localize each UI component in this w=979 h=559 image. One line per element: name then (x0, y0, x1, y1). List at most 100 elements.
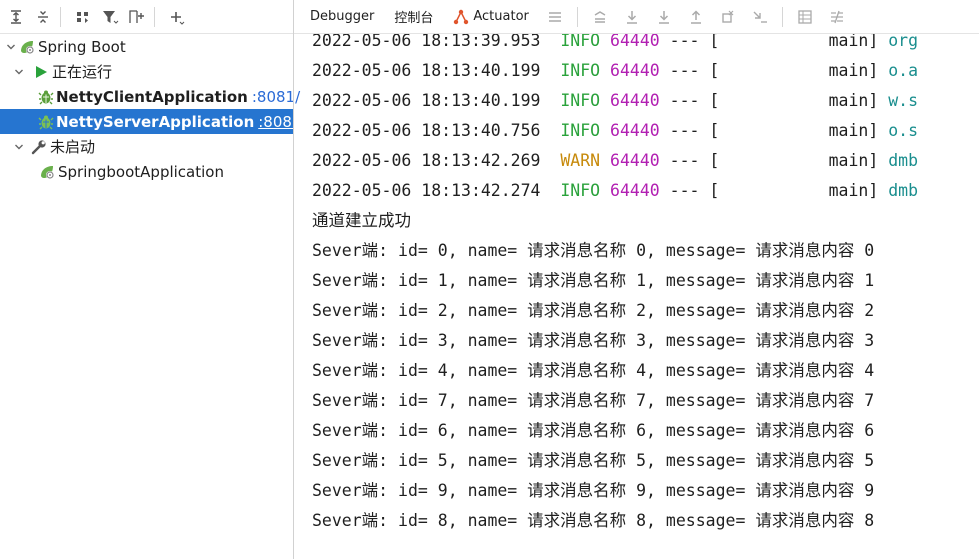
tree-node-label: Spring Boot (38, 37, 126, 56)
output-line: Sever端: id= 4, name= 请求消息名称 4, message= … (312, 361, 875, 380)
log-line: 2022-05-06 18:13:40.756 INFO 64440 --- [… (312, 116, 918, 146)
drop-frame-icon[interactable] (717, 6, 739, 28)
wrench-icon (30, 138, 48, 156)
log-level: INFO (560, 121, 601, 140)
tree-node-netty-client[interactable]: NettyClientApplication :8081/ (0, 84, 300, 109)
ide-window: Spring Boot 正在运行 NettyClientApplication … (0, 0, 979, 559)
log-pid: 64440 (610, 61, 660, 80)
toolbar-divider (60, 6, 61, 27)
output-line: Sever端: id= 1, name= 请求消息名称 1, message= … (312, 271, 875, 290)
tree-node-not-started[interactable]: 未启动 (0, 134, 293, 159)
debug-bug-icon (38, 88, 54, 106)
evaluate-table-icon[interactable] (794, 6, 816, 28)
tree-node-netty-server[interactable]: NettyServerApplication :8082/ (0, 109, 307, 134)
log-pid: 64440 (610, 121, 660, 140)
tree-node-label: NettyServerApplication (56, 112, 255, 131)
log-line: 2022-05-06 18:13:42.274 INFO 64440 --- [… (312, 176, 918, 206)
services-panel: Spring Boot 正在运行 NettyClientApplication … (0, 0, 307, 559)
services-tree: Spring Boot 正在运行 NettyClientApplication … (0, 34, 307, 184)
log-thread: [ main] (709, 181, 879, 200)
output-line: Sever端: id= 9, name= 请求消息名称 9, message= … (312, 481, 875, 500)
add-frame-icon[interactable] (126, 6, 148, 28)
debug-bug-icon (38, 113, 54, 131)
chevron-down-icon[interactable] (12, 65, 26, 79)
log-pid: 64440 (610, 181, 660, 200)
tree-node-label: 未启动 (50, 138, 96, 156)
toolbar-divider (154, 6, 155, 27)
tab-console[interactable]: 控制台 (384, 0, 443, 33)
log-level: WARN (560, 151, 601, 170)
tab-label: Actuator (473, 9, 529, 24)
tab-label: 控制台 (394, 11, 434, 26)
output-line: Sever端: id= 5, name= 请求消息名称 5, message= … (312, 451, 875, 470)
run-icon (32, 63, 50, 81)
log-level: INFO (560, 91, 601, 110)
log-thread: [ main] (709, 34, 879, 50)
expand-all-icon[interactable] (5, 6, 27, 28)
step-out-icon[interactable] (685, 6, 707, 28)
toolbar-divider (576, 6, 578, 27)
trace-icon[interactable] (826, 6, 848, 28)
actuator-icon (453, 9, 469, 25)
log-thread: [ main] (709, 61, 879, 80)
log-separator: --- (669, 61, 700, 80)
run-to-cursor-icon[interactable] (749, 6, 771, 28)
log-separator: --- (669, 34, 700, 50)
log-timestamp: 2022-05-06 18:13:42.269 (312, 151, 541, 170)
log-logger: dmb (888, 151, 919, 170)
services-toolbar (0, 0, 293, 34)
output-line: Sever端: id= 8, name= 请求消息名称 8, message= … (312, 511, 875, 530)
log-logger: o.a (888, 61, 919, 80)
log-line: 2022-05-06 18:13:40.199 INFO 64440 --- [… (312, 86, 918, 116)
step-into-icon[interactable] (653, 6, 675, 28)
log-logger: o.s (888, 121, 919, 140)
log-level: INFO (560, 181, 601, 200)
output-line: Sever端: id= 2, name= 请求消息名称 2, message= … (312, 301, 875, 320)
log-timestamp: 2022-05-06 18:13:40.199 (312, 91, 541, 110)
chevron-down-icon[interactable] (4, 40, 18, 54)
tree-node-label: NettyClientApplication (56, 87, 248, 106)
show-execution-point-icon[interactable] (589, 6, 611, 28)
log-level: INFO (560, 61, 601, 80)
tab-label: Debugger (310, 9, 375, 24)
log-logger: dmb (888, 181, 919, 200)
tree-node-label: 正在运行 (52, 63, 113, 81)
tree-node-running[interactable]: 正在运行 (0, 59, 293, 84)
log-separator: --- (669, 181, 700, 200)
chevron-down-icon[interactable] (12, 140, 26, 154)
tree-node-spring-boot[interactable]: Spring Boot (0, 34, 293, 59)
tree-node-springboot-application[interactable]: SpringbootApplication (0, 159, 293, 184)
console-output[interactable]: 2022-05-06 18:13:39.953 INFO 64440 --- [… (294, 34, 979, 559)
log-line: 2022-05-06 18:13:39.953 INFO 64440 --- [… (312, 34, 918, 56)
add-icon[interactable] (166, 6, 188, 28)
tree-node-label: SpringbootApplication (58, 162, 224, 181)
log-line: 2022-05-06 18:13:40.199 INFO 64440 --- [… (312, 56, 918, 86)
spring-icon (18, 38, 36, 56)
log-thread: [ main] (709, 121, 879, 140)
log-timestamp: 2022-05-06 18:13:40.756 (312, 121, 541, 140)
log-level: INFO (560, 34, 601, 50)
log-thread: [ main] (709, 151, 879, 170)
log-separator: --- (669, 91, 700, 110)
menu-icon[interactable] (544, 6, 566, 28)
log-pid: 64440 (610, 34, 660, 50)
log-pid: 64440 (610, 91, 660, 110)
log-separator: --- (669, 151, 700, 170)
toolbar-divider (781, 6, 783, 27)
tab-debugger[interactable]: Debugger (294, 0, 384, 33)
step-over-icon[interactable] (621, 6, 643, 28)
output-line: 通道建立成功 (312, 211, 411, 230)
output-line: Sever端: id= 0, name= 请求消息名称 0, message= … (312, 241, 875, 260)
console-toolbar: Debugger 控制台 Actuator (294, 0, 979, 34)
group-icon[interactable] (72, 6, 94, 28)
log-timestamp: 2022-05-06 18:13:39.953 (312, 34, 541, 50)
tab-actuator[interactable]: Actuator (443, 0, 539, 33)
log-pid: 64440 (610, 151, 660, 170)
log-timestamp: 2022-05-06 18:13:40.199 (312, 61, 541, 80)
log-logger: w.s (888, 91, 919, 110)
log-thread: [ main] (709, 91, 879, 110)
collapse-all-icon[interactable] (32, 6, 54, 28)
output-line: Sever端: id= 7, name= 请求消息名称 7, message= … (312, 391, 875, 410)
log-timestamp: 2022-05-06 18:13:42.274 (312, 181, 541, 200)
filter-icon[interactable] (99, 6, 121, 28)
